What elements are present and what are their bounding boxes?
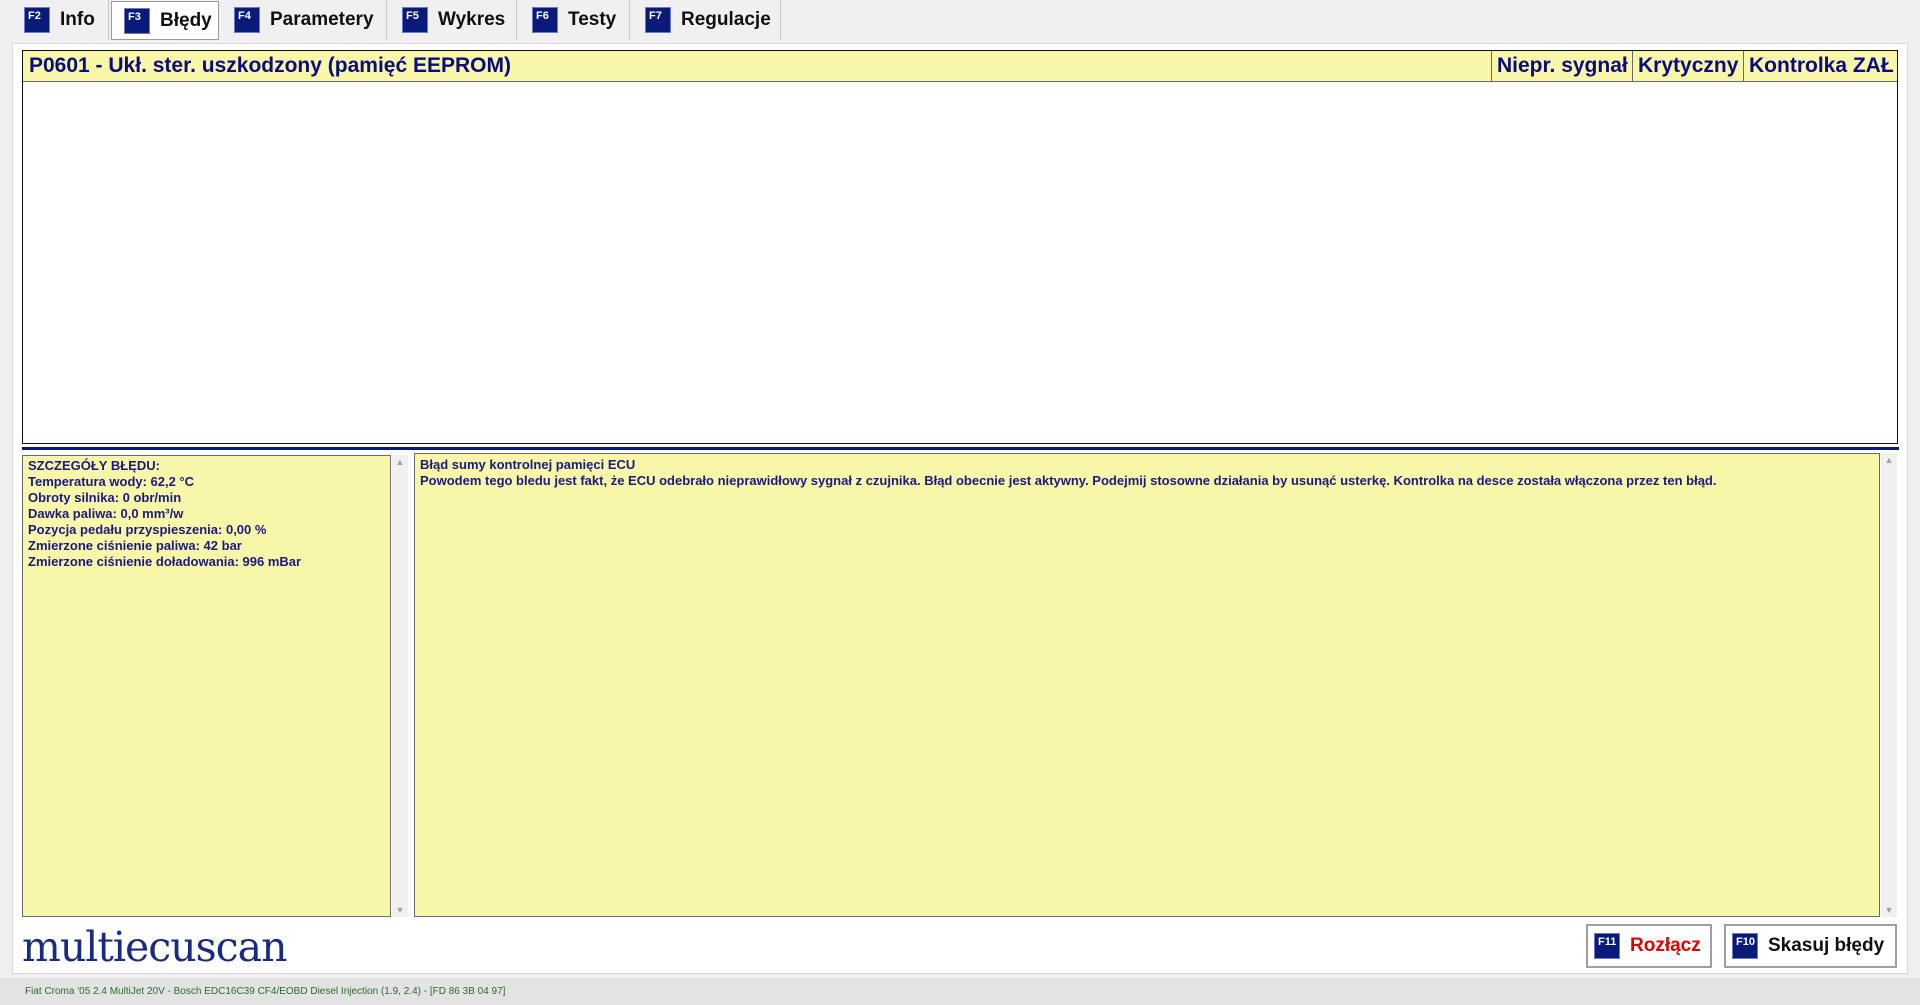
tab-label: Testy [568,9,617,30]
scroll-down-icon[interactable]: ▼ [395,905,405,915]
details-line: Obroty silnika: 0 obr/min [28,490,182,505]
description-scrollbar[interactable]: ▲ ▼ [1881,453,1897,917]
tab-chart[interactable]: F5 Wykres [390,0,517,40]
fault-list[interactable]: P0601 - Ukł. ster. uszkodzony (pamięć EE… [22,50,1898,444]
details-line: Dawka paliwa: 0,0 mm³/w [28,506,184,521]
tab-label: Parametery [270,9,374,30]
tab-tests[interactable]: F6 Testy [520,0,630,40]
tab-label: Błędy [160,9,212,31]
details-line: Temperatura wody: 62,2 °C [28,474,195,489]
f11-key-icon: F11 [1594,933,1620,959]
description-title: Błąd sumy kontrolnej pamięci ECU [420,457,636,472]
panel-separator [22,447,1899,450]
tab-errors[interactable]: F3 Błędy [111,1,219,40]
scroll-up-icon[interactable]: ▲ [395,457,405,467]
status-bar: Fiat Croma '05 2.4 MultiJet 20V - Bosch … [0,978,1920,1005]
disconnect-label: Rozłącz [1630,935,1701,956]
app-logo: multiecuscan [22,923,287,971]
fault-flag-critical: Krytyczny [1632,51,1743,81]
tab-label: Regulacje [681,9,771,30]
f5-key-icon: F5 [402,7,428,33]
clear-errors-button[interactable]: F10 Skasuj błędy [1724,924,1897,968]
tab-info[interactable]: F2 Info [12,0,109,40]
fault-details-panel[interactable]: SZCZEGÓŁY BŁĘDU: Temperatura wody: 62,2 … [22,455,391,917]
description-body: Powodem tego bledu jest fakt, że ECU ode… [420,473,1717,488]
fault-flag-invalid-signal: Niepr. sygnał [1491,51,1632,81]
f3-key-icon: F3 [124,7,150,34]
f6-key-icon: F6 [532,7,558,33]
tab-adjustments[interactable]: F7 Regulacje [633,0,781,40]
tab-label: Wykres [438,9,506,30]
details-line: Zmierzone ciśnienie doładowania: 996 mBa… [28,554,302,569]
fault-row[interactable]: P0601 - Ukł. ster. uszkodzony (pamięć EE… [23,51,1897,82]
f10-key-icon: F10 [1732,933,1758,959]
tab-label: Info [60,9,95,30]
tab-bar: F2 Info F3 Błędy F4 Parametery F5 Wykres… [0,0,1920,42]
f2-key-icon: F2 [24,7,50,33]
f4-key-icon: F4 [234,7,260,33]
scroll-up-icon[interactable]: ▲ [1884,455,1894,465]
fault-code-description: P0601 - Ukł. ster. uszkodzony (pamięć EE… [29,54,511,77]
clear-errors-label: Skasuj błędy [1768,935,1885,956]
fault-flag-warning-lamp: Kontrolka ZAŁ [1743,51,1897,81]
disconnect-button[interactable]: F11 Rozłącz [1586,924,1712,968]
f7-key-icon: F7 [645,7,671,33]
scroll-down-icon[interactable]: ▼ [1884,905,1894,915]
details-heading: SZCZEGÓŁY BŁĘDU: [28,458,160,473]
tab-parameters[interactable]: F4 Parametery [222,0,387,40]
details-line: Zmierzone ciśnienie paliwa: 42 bar [28,538,242,553]
details-scrollbar[interactable]: ▲ ▼ [392,455,408,917]
details-line: Pozycja pedału przyspieszenia: 0,00 % [28,522,267,537]
fault-description-panel[interactable]: Błąd sumy kontrolnej pamięci ECU Powodem… [414,453,1880,917]
